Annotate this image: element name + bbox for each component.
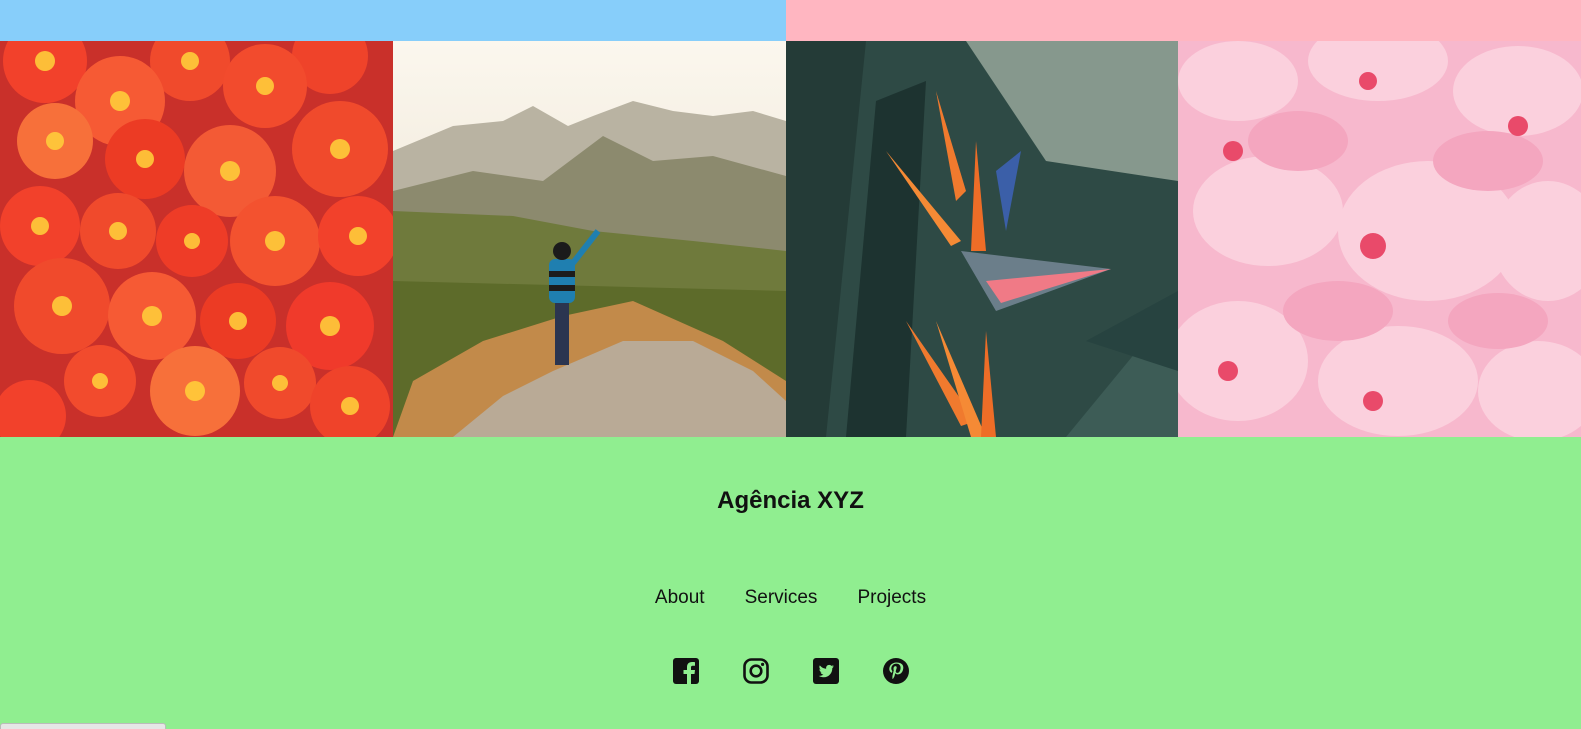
facebook-icon[interactable]: [672, 657, 700, 685]
nav-link-about[interactable]: About: [655, 587, 705, 609]
top-color-bars: [0, 0, 1581, 41]
gallery-image-flower[interactable]: [786, 41, 1178, 437]
gallery-image-mountain[interactable]: [393, 41, 786, 437]
social-links: [0, 657, 1581, 685]
gallery-image-pink-flowers[interactable]: [1178, 41, 1581, 437]
nav-link-projects[interactable]: Projects: [857, 587, 926, 609]
top-bar-blue: [0, 0, 786, 41]
top-bar-pink: [786, 0, 1581, 41]
nav-link-services[interactable]: Services: [745, 587, 818, 609]
horizontal-scrollbar[interactable]: [0, 723, 166, 729]
image-gallery: [0, 41, 1581, 437]
footer-nav: About Services Projects: [0, 587, 1581, 609]
pinterest-icon[interactable]: [882, 657, 910, 685]
brand-name: Agência XYZ: [717, 487, 864, 514]
instagram-icon[interactable]: [742, 657, 770, 685]
site-footer: Agência XYZ About Services Projects: [0, 437, 1581, 729]
gallery-image-tomatoes[interactable]: [0, 41, 393, 437]
twitter-icon[interactable]: [812, 657, 840, 685]
